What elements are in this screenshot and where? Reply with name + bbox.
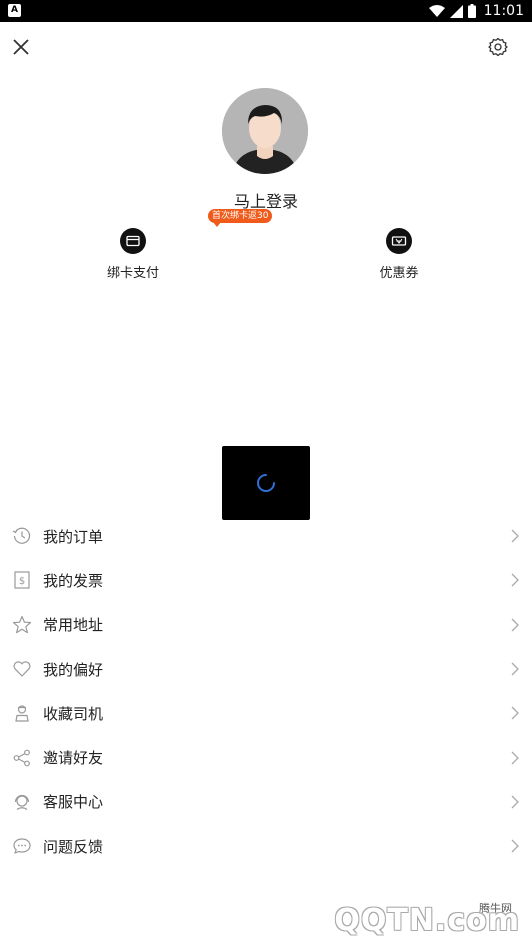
headset-icon xyxy=(14,794,30,810)
menu-item-label: 问题反馈 xyxy=(43,837,104,856)
menu-item-label: 常用地址 xyxy=(43,616,104,635)
status-bar: A 11:01 xyxy=(0,0,532,22)
chevron-right-icon xyxy=(511,618,519,632)
menu-item-orders[interactable]: 我的订单 xyxy=(0,514,532,558)
coupon-label: 优惠券 xyxy=(379,266,419,281)
wifi-icon xyxy=(428,4,445,17)
chevron-right-icon xyxy=(511,795,519,809)
battery-icon xyxy=(467,4,476,18)
chat-icon xyxy=(13,838,31,854)
signal-icon xyxy=(449,4,463,18)
gear-icon xyxy=(488,37,508,57)
menu-item-label: 我的偏好 xyxy=(43,660,104,679)
heart-icon xyxy=(13,661,31,677)
coupon-button[interactable]: 优惠券 xyxy=(349,228,449,281)
clock-icon xyxy=(12,527,31,544)
menu-item-feedback[interactable]: 问题反馈 xyxy=(0,824,532,868)
star-icon xyxy=(12,615,32,633)
status-time: 11:01 xyxy=(483,3,524,19)
spinner-icon xyxy=(257,474,275,492)
bind-card-button[interactable]: 绑卡支付 xyxy=(83,228,183,281)
app-notification-icon: A xyxy=(8,4,21,17)
watermark: 腾牛网 QQTN.com xyxy=(322,884,532,944)
menu-item-label: 邀请好友 xyxy=(43,749,104,768)
chevron-right-icon xyxy=(511,529,519,543)
invoice-icon: $ xyxy=(14,571,30,590)
chevron-right-icon xyxy=(511,751,519,765)
close-button[interactable] xyxy=(10,36,32,58)
close-icon xyxy=(13,39,29,55)
share-icon xyxy=(13,749,30,767)
watermark-logo: QQTN.com xyxy=(334,903,520,938)
loading-indicator xyxy=(222,446,310,520)
avatar[interactable] xyxy=(222,88,308,174)
settings-button[interactable] xyxy=(488,37,508,57)
menu-item-saved-drivers[interactable]: 收藏司机 xyxy=(0,691,532,735)
chevron-right-icon xyxy=(511,839,519,853)
chevron-right-icon xyxy=(511,662,519,676)
menu-item-label: 客服中心 xyxy=(43,793,104,812)
menu-item-label: 我的订单 xyxy=(43,527,104,546)
menu-list: 我的订单 $ 我的发票 常用地址 我的偏好 收藏司机 邀请好友 客服中心 问题反… xyxy=(0,514,532,868)
coupon-icon xyxy=(386,228,412,254)
chevron-right-icon xyxy=(511,706,519,720)
svg-text:$: $ xyxy=(19,576,25,587)
menu-item-invite-friends[interactable]: 邀请好友 xyxy=(0,735,532,779)
default-avatar-icon xyxy=(222,88,308,174)
menu-item-customer-service[interactable]: 客服中心 xyxy=(0,780,532,824)
menu-item-preferences[interactable]: 我的偏好 xyxy=(0,647,532,691)
menu-item-invoices[interactable]: $ 我的发票 xyxy=(0,558,532,602)
menu-item-label: 我的发票 xyxy=(43,571,104,590)
status-icons: 11:01 xyxy=(428,0,524,22)
promo-badge: 首次绑卡返30 xyxy=(208,209,273,227)
card-icon xyxy=(120,228,146,254)
driver-icon xyxy=(15,705,29,722)
menu-item-addresses[interactable]: 常用地址 xyxy=(0,603,532,647)
bind-card-label: 绑卡支付 xyxy=(106,266,159,281)
chevron-right-icon xyxy=(511,573,519,587)
menu-item-label: 收藏司机 xyxy=(43,704,104,723)
